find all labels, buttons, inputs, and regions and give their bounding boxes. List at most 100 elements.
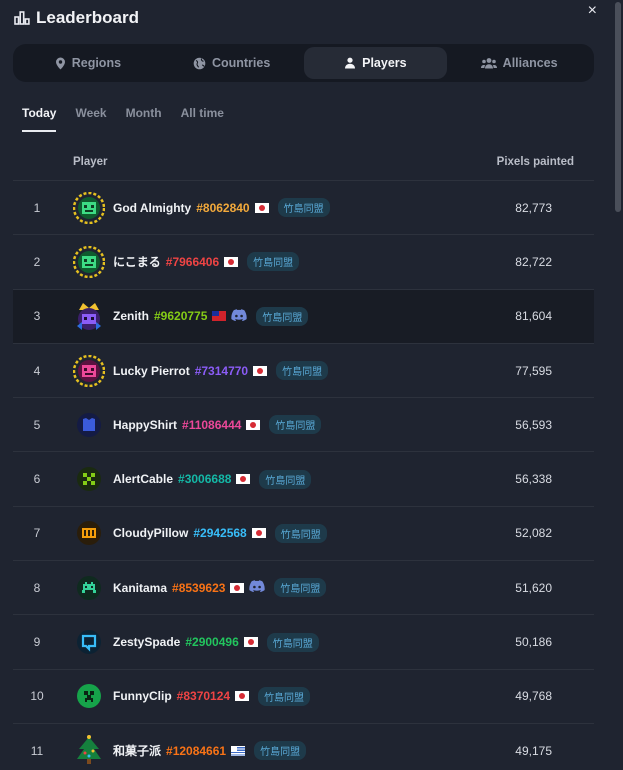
player-info: 和菓子派 #12084661 竹島同盟 bbox=[113, 741, 307, 761]
alliance-badge[interactable]: 竹島同盟 bbox=[276, 361, 329, 381]
pixels-painted: 77,595 bbox=[515, 363, 552, 378]
player-name[interactable]: HappyShirt bbox=[113, 418, 177, 432]
rank-number: 10 bbox=[30, 689, 44, 704]
player-info: AlertCable #3006688 竹島同盟 bbox=[113, 469, 312, 489]
rank-number: 5 bbox=[33, 417, 41, 432]
bar-chart-icon bbox=[14, 11, 30, 25]
rank-number: 8 bbox=[33, 580, 41, 595]
country-flag-icon bbox=[254, 202, 269, 213]
period-tabs: Today Week Month All time bbox=[22, 106, 224, 132]
alliance-badge[interactable]: 竹島同盟 bbox=[274, 523, 327, 543]
player-name[interactable]: Kanitama bbox=[113, 581, 167, 595]
table-row[interactable]: 4 Lucky Pierrot #7314770 竹島同盟 77,595 bbox=[13, 342, 594, 397]
alliance-badge[interactable]: 竹島同盟 bbox=[254, 741, 307, 761]
pixels-painted: 82,773 bbox=[515, 200, 552, 215]
country-flag-icon bbox=[246, 419, 261, 430]
globe-icon bbox=[193, 57, 206, 69]
player-id: #2900496 bbox=[185, 635, 239, 650]
tab-players[interactable]: Players bbox=[303, 47, 448, 79]
player-info: ZestySpade #2900496 竹島同盟 bbox=[113, 632, 319, 652]
table-row[interactable]: 6 AlertCable #3006688 竹島同盟 56,338 bbox=[13, 451, 594, 505]
country-flag-icon bbox=[224, 256, 239, 267]
close-button[interactable]: × bbox=[588, 2, 597, 20]
country-flag-icon bbox=[236, 474, 251, 485]
table-row[interactable]: 8 Kanitama #8539623 竹島同盟 51,620 bbox=[13, 560, 594, 614]
table-row[interactable]: 5 HappyShirt #11086444 竹島同盟 56,593 bbox=[13, 397, 594, 451]
player-info: Kanitama #8539623 竹島同盟 bbox=[113, 578, 327, 598]
map-pin-icon bbox=[55, 57, 65, 69]
player-avatar bbox=[73, 245, 105, 278]
table-row[interactable]: 1 God Almighty #8062840 竹島同盟 82,773 bbox=[13, 180, 594, 234]
player-avatar bbox=[73, 572, 105, 604]
tab-countries[interactable]: Countries bbox=[160, 47, 304, 79]
period-today[interactable]: Today bbox=[22, 106, 57, 132]
player-info: HappyShirt #11086444 竹島同盟 bbox=[113, 415, 322, 435]
leaderboard-header: Leaderboard bbox=[14, 6, 139, 30]
table-row[interactable]: 11 和菓子派 #12084661 竹島同盟 49,175 bbox=[13, 722, 594, 770]
table-row[interactable]: 9 ZestySpade #2900496 竹島同盟 50,186 bbox=[13, 614, 594, 668]
discord-icon[interactable] bbox=[249, 580, 266, 595]
alliance-badge[interactable]: 竹島同盟 bbox=[256, 306, 309, 326]
tab-alliances[interactable]: Alliances bbox=[447, 47, 591, 79]
player-avatar bbox=[73, 354, 105, 387]
player-info: FunnyClip #8370124 竹島同盟 bbox=[113, 686, 311, 706]
player-name[interactable]: Zenith bbox=[113, 309, 149, 323]
player-name[interactable]: FunnyClip bbox=[113, 689, 172, 703]
player-name[interactable]: God Almighty bbox=[113, 201, 191, 215]
alliance-badge[interactable]: 竹島同盟 bbox=[269, 415, 322, 435]
table-row[interactable]: 2 にこまる #7966406 竹島同盟 82,722 bbox=[13, 234, 594, 288]
tab-regions[interactable]: Regions bbox=[16, 47, 160, 79]
alliance-badge[interactable]: 竹島同盟 bbox=[247, 252, 300, 272]
player-name[interactable]: AlertCable bbox=[113, 472, 173, 486]
pixels-painted: 49,768 bbox=[515, 689, 552, 704]
tab-label: Countries bbox=[211, 56, 271, 70]
player-id: #8370124 bbox=[176, 689, 231, 704]
user-icon bbox=[345, 57, 356, 69]
country-flag-icon bbox=[212, 311, 227, 322]
player-name[interactable]: CloudyPillow bbox=[113, 526, 188, 540]
alliance-badge[interactable]: 竹島同盟 bbox=[258, 686, 311, 706]
player-name[interactable]: Lucky Pierrot bbox=[113, 364, 190, 378]
period-all-time[interactable]: All time bbox=[181, 106, 224, 132]
alliance-badge[interactable]: 竹島同盟 bbox=[259, 469, 312, 489]
player-name[interactable]: ZestySpade bbox=[113, 635, 180, 649]
country-flag-icon bbox=[230, 582, 245, 593]
table-row[interactable]: 10 FunnyClip #8370124 竹島同盟 49,768 bbox=[13, 668, 594, 723]
period-week[interactable]: Week bbox=[75, 106, 106, 132]
player-id: #12084661 bbox=[166, 743, 227, 758]
alliance-badge[interactable]: 竹島同盟 bbox=[274, 578, 327, 598]
player-name[interactable]: にこまる bbox=[113, 253, 161, 270]
player-avatar bbox=[73, 626, 105, 658]
scrollbar[interactable] bbox=[615, 2, 621, 212]
pixels-painted: 49,175 bbox=[515, 743, 552, 758]
table-row[interactable]: 3 Zenith #9620775 竹島同盟 81,604 bbox=[13, 288, 594, 343]
alliance-badge[interactable]: 竹島同盟 bbox=[266, 632, 319, 652]
country-flag-icon bbox=[251, 528, 266, 539]
player-id: #8539623 bbox=[172, 580, 226, 595]
player-avatar bbox=[73, 734, 105, 767]
leaderboard-table: 1 God Almighty #8062840 竹島同盟 82,773 2 にこまる #796… bbox=[13, 180, 594, 770]
table-row[interactable]: 7 CloudyPillow #2942568 竹島同盟 52,082 bbox=[13, 505, 594, 560]
period-month[interactable]: Month bbox=[126, 106, 162, 132]
player-id: #11086444 bbox=[182, 417, 242, 432]
player-avatar bbox=[73, 517, 105, 549]
tab-label: Players bbox=[362, 56, 407, 70]
player-avatar bbox=[73, 463, 105, 495]
country-flag-icon bbox=[231, 745, 246, 756]
player-name[interactable]: 和菓子派 bbox=[113, 742, 161, 759]
player-avatar bbox=[73, 300, 105, 332]
rank-number: 9 bbox=[33, 635, 41, 650]
rank-number: 6 bbox=[33, 472, 41, 487]
player-id: #2942568 bbox=[193, 526, 247, 541]
users-icon bbox=[480, 58, 497, 69]
country-flag-icon bbox=[253, 365, 268, 376]
player-id: #9620775 bbox=[154, 309, 208, 324]
pixels-painted: 81,604 bbox=[515, 309, 552, 324]
pixels-painted: 82,722 bbox=[515, 254, 552, 269]
column-header-player: Player bbox=[73, 156, 108, 168]
alliance-badge[interactable]: 竹島同盟 bbox=[277, 198, 330, 218]
discord-icon[interactable] bbox=[231, 308, 248, 324]
rank-number: 11 bbox=[30, 743, 44, 758]
country-flag-icon bbox=[235, 691, 250, 702]
page-title: Leaderboard bbox=[36, 8, 139, 27]
